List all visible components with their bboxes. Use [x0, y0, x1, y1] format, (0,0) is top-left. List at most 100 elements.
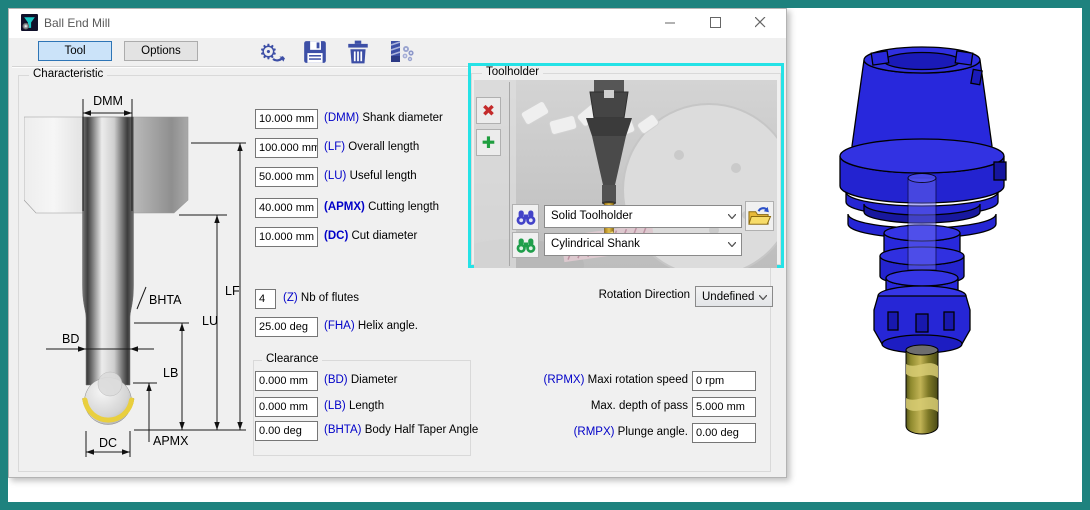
helix-angle-input[interactable]: 25.00 deg: [255, 317, 318, 337]
shank-diameter-label: (DMM) Shank diameter: [324, 112, 443, 124]
minimize-button[interactable]: [653, 8, 687, 37]
shank-diameter-input[interactable]: 10.000 mm: [255, 109, 318, 129]
lb-text: Length: [349, 400, 384, 412]
dc-text: Cut diameter: [351, 230, 417, 242]
depth-text: Max. depth of pass: [591, 400, 688, 412]
bhta-text: Body Half Taper Angle: [365, 424, 479, 436]
body-half-taper-angle-input[interactable]: 0.00 deg: [255, 421, 318, 441]
toolholder-type-select[interactable]: Solid Toolholder: [544, 205, 742, 228]
useful-length-input[interactable]: 50.000 mm: [255, 167, 318, 187]
chevron-down-icon: [759, 295, 767, 300]
binoculars-green-icon: [516, 236, 536, 254]
close-icon: [755, 17, 766, 28]
app-icon: [21, 14, 38, 31]
cutting-length-label: (APMX) Cutting length: [324, 201, 439, 213]
trash-icon: [345, 39, 371, 65]
plunge-angle-input[interactable]: 0.00 deg: [692, 423, 756, 443]
gear-refresh-icon: ⚙: [258, 39, 286, 65]
tab-tool[interactable]: Tool: [38, 41, 112, 61]
rmpx-code: (RMPX): [574, 426, 615, 438]
browse-toolholder-button[interactable]: [745, 201, 774, 231]
fha-code: (FHA): [324, 320, 355, 332]
cutting-length-input[interactable]: 40.000 mm: [255, 198, 318, 218]
lu-code: (LU): [324, 170, 346, 182]
add-toolholder-button[interactable]: ✚: [476, 129, 501, 156]
bhta-code: (BHTA): [324, 424, 361, 436]
diagram-label-bd: BD: [62, 332, 79, 346]
dmm-text: Shank diameter: [362, 112, 443, 124]
tool-diagram: DMM LF LU LB BD BHTA DC APMX: [24, 85, 249, 470]
close-button[interactable]: [743, 8, 777, 37]
overall-length-input[interactable]: 100.000 mm: [255, 138, 318, 158]
minimize-icon: [665, 17, 676, 28]
lb-code: (LB): [324, 400, 346, 412]
clearance-diameter-label: (BD) Diameter: [324, 374, 398, 386]
clearance-length-label: (LB) Length: [324, 400, 384, 412]
rpmx-code: (RPMX): [544, 374, 585, 386]
save-icon: [302, 39, 328, 65]
remove-toolholder-button[interactable]: ✖: [476, 97, 501, 124]
remove-x-icon: ✖: [482, 101, 495, 120]
helix-angle-label: (FHA) Helix angle.: [324, 320, 418, 332]
toolholder-group-label: Toolholder: [482, 66, 543, 78]
body-half-taper-angle-label: (BHTA) Body Half Taper Angle: [324, 424, 478, 436]
app-window: Ball End Mill Tool Options ⚙: [0, 0, 1090, 510]
rotation-direction-value: Undefined: [702, 291, 754, 303]
rpmx-text: Maxi rotation speed: [588, 374, 688, 386]
lf-code: (LF): [324, 141, 345, 153]
tab-options[interactable]: Options: [124, 41, 198, 61]
lu-text: Useful length: [350, 170, 417, 182]
nb-flutes-input[interactable]: 4: [255, 289, 276, 309]
delete-button[interactable]: [345, 39, 373, 65]
dmm-code: (DMM): [324, 112, 359, 124]
diagram-label-dmm: DMM: [93, 94, 123, 108]
z-code: (Z): [283, 292, 298, 304]
search-shank-button[interactable]: [512, 232, 539, 258]
search-toolholder-button[interactable]: [512, 204, 539, 230]
diagram-label-dc: DC: [99, 436, 117, 450]
tool-database-button[interactable]: [387, 39, 415, 65]
maximize-button[interactable]: [698, 8, 732, 37]
clearance-diameter-input[interactable]: 0.000 mm: [255, 371, 318, 391]
diagram-label-lu: LU: [202, 314, 218, 328]
open-folder-icon: [747, 205, 772, 228]
characteristic-group-label: Characteristic: [29, 68, 107, 80]
cut-diameter-label: (DC) Cut diameter: [324, 230, 417, 242]
toolholder-separator: [509, 82, 510, 266]
diagram-label-apmx: APMX: [153, 434, 189, 448]
useful-length-label: (LU) Useful length: [324, 170, 417, 182]
dc-code: (DC): [324, 230, 348, 242]
diagram-label-lb: LB: [163, 366, 178, 380]
clearance-group-label: Clearance: [262, 353, 322, 365]
cut-diameter-input[interactable]: 10.000 mm: [255, 227, 318, 247]
rmpx-text: Plunge angle.: [618, 426, 688, 438]
max-depth-of-pass-label: Max. depth of pass: [478, 400, 688, 412]
chevron-down-icon: [728, 242, 736, 247]
toolholder-3d-render[interactable]: [802, 28, 1082, 458]
max-depth-of-pass-input[interactable]: 5.000 mm: [692, 397, 756, 417]
add-plus-icon: ✚: [482, 133, 495, 152]
apmx-text: Cutting length: [368, 201, 439, 213]
nb-flutes-label: (Z) Nb of flutes: [283, 292, 359, 304]
chevron-down-icon: [728, 214, 736, 219]
shank-type-select[interactable]: Cylindrical Shank: [544, 233, 742, 256]
fha-text: Helix angle.: [358, 320, 418, 332]
clearance-length-input[interactable]: 0.000 mm: [255, 397, 318, 417]
save-button[interactable]: [302, 39, 330, 65]
toolholder-type-value: Solid Toolholder: [551, 210, 633, 222]
plunge-angle-label: (RMPX) Plunge angle.: [478, 426, 688, 438]
rotation-direction-select[interactable]: Undefined: [695, 286, 773, 307]
binoculars-blue-icon: [516, 208, 536, 226]
window-title: Ball End Mill: [44, 16, 110, 30]
overall-length-label: (LF) Overall length: [324, 141, 419, 153]
maxi-rotation-speed-input[interactable]: 0 rpm: [692, 371, 756, 391]
z-text: Nb of flutes: [301, 292, 359, 304]
shank-type-value: Cylindrical Shank: [551, 238, 640, 250]
apmx-code: (APMX): [324, 201, 365, 213]
bd-code: (BD): [324, 374, 348, 386]
bd-text: Diameter: [351, 374, 398, 386]
lf-text: Overall length: [348, 141, 419, 153]
settings-regenerate-button[interactable]: ⚙: [258, 39, 286, 65]
maximize-icon: [710, 17, 721, 28]
rotation-direction-label: Rotation Direction: [480, 289, 690, 301]
